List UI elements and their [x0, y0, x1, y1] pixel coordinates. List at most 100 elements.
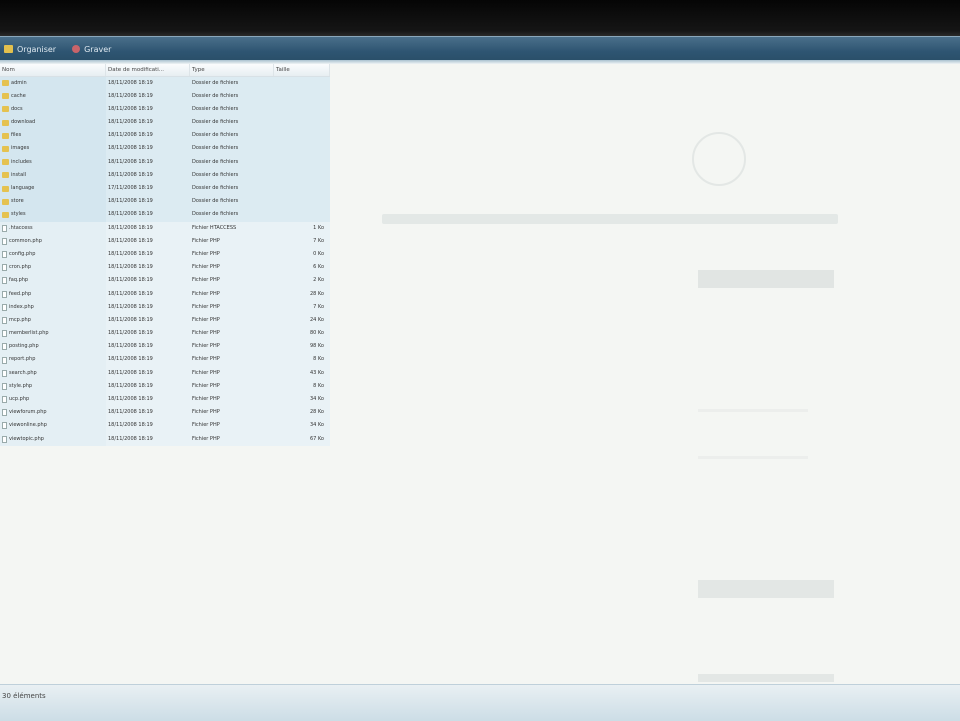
file-icon — [2, 396, 7, 404]
table-row[interactable]: common.php 18/11/2008 18:19 Fichier PHP 7 K… — [0, 234, 330, 249]
file-name-cell: docs — [0, 102, 106, 117]
preview-pane — [332, 64, 960, 684]
table-row[interactable]: search.php 18/11/2008 18:19 Fichier PHP 43 … — [0, 366, 330, 381]
file-size-cell — [274, 116, 330, 130]
file-size-cell: 8 Ko — [274, 379, 330, 393]
table-row[interactable]: viewforum.php 18/11/2008 18:19 Fichier PHP… — [0, 406, 330, 420]
table-row[interactable]: memberlist.php 18/11/2008 18:19 Fichier PH… — [0, 327, 330, 341]
table-row[interactable]: files 18/11/2008 18:19 Dossier de fichiers — [0, 129, 330, 143]
column-header-row: Nom Date de modificati... Type Taille — [0, 64, 330, 77]
table-row[interactable]: includes 18/11/2008 18:19 Dossier de fichi… — [0, 155, 330, 170]
file-type-cell: Fichier PHP — [190, 406, 274, 420]
file-type-cell: Fichier PHP — [190, 287, 274, 301]
file-date-cell: 18/11/2008 18:19 — [106, 313, 190, 328]
file-icon — [2, 330, 7, 338]
column-type-header[interactable]: Type — [190, 64, 274, 76]
column-name-header[interactable]: Nom — [0, 64, 106, 76]
file-name: language — [11, 185, 35, 191]
file-type-cell: Dossier de fichiers — [190, 89, 274, 103]
file-size-cell — [274, 89, 330, 103]
table-row[interactable]: feed.php 18/11/2008 18:19 Fichier PHP 28 Ko — [0, 287, 330, 302]
file-name-cell: cache — [0, 89, 106, 103]
table-row[interactable]: download 18/11/2008 18:19 Dossier de fichi… — [0, 116, 330, 130]
file-size-cell: 6 Ko — [274, 261, 330, 275]
table-row[interactable]: viewonline.php 18/11/2008 18:19 Fichier PH… — [0, 419, 330, 434]
faded-logo — [692, 132, 746, 186]
table-row[interactable]: posting.php 18/11/2008 18:19 Fichier PHP 98… — [0, 340, 330, 354]
file-name-cell: feed.php — [0, 287, 106, 301]
file-size-cell: 34 Ko — [274, 393, 330, 407]
file-size-cell: 34 Ko — [274, 419, 330, 433]
file-name: store — [11, 198, 24, 205]
file-size-cell: 43 Ko — [274, 366, 330, 380]
file-size-cell: 24 Ko — [274, 313, 330, 328]
window-top-bar — [0, 0, 960, 36]
explorer-toolbar: Organiser Graver — [0, 36, 960, 61]
file-size-cell — [274, 168, 330, 182]
file-date-cell: 18/11/2008 18:19 — [106, 168, 190, 182]
file-icon — [2, 422, 7, 430]
file-type-cell: Dossier de fichiers — [190, 182, 274, 196]
column-date-header[interactable]: Date de modificati... — [106, 64, 190, 76]
burn-button[interactable]: Graver — [68, 45, 115, 54]
column-size-header[interactable]: Taille — [274, 64, 330, 76]
file-name-cell: admin — [0, 76, 106, 90]
file-size-cell: 1 Ko — [274, 221, 330, 235]
file-type-cell: Fichier PHP — [190, 432, 274, 446]
file-name: viewtopic.php — [9, 435, 44, 442]
file-icon — [2, 316, 7, 324]
faded-line — [698, 456, 808, 459]
folder-icon — [4, 45, 13, 53]
status-bar: 30 éléments — [0, 684, 960, 721]
table-row[interactable]: images 18/11/2008 18:19 Dossier de fichier… — [0, 142, 330, 157]
file-size-cell — [274, 208, 330, 222]
file-date-cell: 18/11/2008 18:19 — [106, 208, 190, 222]
file-type-cell: Fichier PHP — [190, 313, 274, 328]
file-name: cron.php — [9, 264, 32, 271]
table-row[interactable]: viewtopic.php 18/11/2008 18:19 Fichier PHP… — [0, 432, 330, 447]
file-name: memberlist.php — [9, 330, 49, 337]
file-name: docs — [11, 105, 23, 112]
file-name-cell: images — [0, 142, 106, 156]
table-row[interactable]: index.php 18/11/2008 18:19 Fichier PHP 7 Ko — [0, 300, 330, 315]
file-name: download — [11, 119, 36, 126]
file-date-cell: 18/11/2008 18:19 — [106, 406, 190, 420]
table-row[interactable]: cache 18/11/2008 18:19 Dossier de fichiers — [0, 89, 330, 104]
table-row[interactable]: mcp.php 18/11/2008 18:19 Fichier PHP 24 Ko — [0, 313, 330, 328]
table-row[interactable]: store 18/11/2008 18:19 Dossier de fichiers — [0, 195, 330, 209]
organise-button[interactable]: Organiser — [0, 45, 60, 54]
table-row[interactable]: language 17/11/2008 18:19 Dossier de fichi… — [0, 182, 330, 196]
file-name: config.php — [9, 250, 36, 257]
file-icon — [2, 224, 7, 232]
table-row[interactable]: .htaccess 18/11/2008 18:19 Fichier HTACCES… — [0, 221, 330, 236]
file-date-cell: 18/11/2008 18:19 — [106, 247, 190, 262]
table-row[interactable]: cron.php 18/11/2008 18:19 Fichier PHP 6 Ko — [0, 261, 330, 275]
table-row[interactable]: install 18/11/2008 18:19 Dossier de fichie… — [0, 168, 330, 183]
table-row[interactable]: docs 18/11/2008 18:19 Dossier de fichiers — [0, 102, 330, 117]
file-type-cell: Dossier de fichiers — [190, 155, 274, 169]
table-row[interactable]: ucp.php 18/11/2008 18:19 Fichier PHP 34 Ko — [0, 393, 330, 407]
file-name: includes — [11, 158, 32, 165]
table-row[interactable]: faq.php 18/11/2008 18:19 Fichier PHP 2 Ko — [0, 274, 330, 288]
file-date-cell: 18/11/2008 18:19 — [106, 234, 190, 248]
table-row[interactable]: report.php 18/11/2008 18:19 Fichier PHP 8 K… — [0, 353, 330, 368]
table-row[interactable]: style.php 18/11/2008 18:19 Fichier PHP 8 Ko — [0, 379, 330, 394]
file-date-cell: 18/11/2008 18:19 — [106, 379, 190, 393]
table-row[interactable]: admin 18/11/2008 18:19 Dossier de fichiers — [0, 76, 330, 91]
table-row[interactable]: config.php 18/11/2008 18:19 Fichier PHP 0 K… — [0, 247, 330, 262]
table-row[interactable]: styles 18/11/2008 18:19 Dossier de fichier… — [0, 208, 330, 223]
file-name-cell: viewonline.php — [0, 419, 106, 433]
folder-icon — [2, 106, 9, 113]
file-name: files — [11, 132, 22, 139]
folder-icon — [2, 119, 9, 126]
file-type-cell: Fichier PHP — [190, 340, 274, 354]
file-size-cell — [274, 155, 330, 169]
faded-line — [698, 409, 808, 412]
status-text: 30 éléments — [2, 692, 46, 700]
file-size-cell: 0 Ko — [274, 247, 330, 262]
file-type-cell: Fichier PHP — [190, 419, 274, 433]
file-name-cell: mcp.php — [0, 313, 106, 328]
file-name: common.php — [9, 237, 42, 244]
file-date-cell: 18/11/2008 18:19 — [106, 419, 190, 433]
file-size-cell — [274, 129, 330, 143]
